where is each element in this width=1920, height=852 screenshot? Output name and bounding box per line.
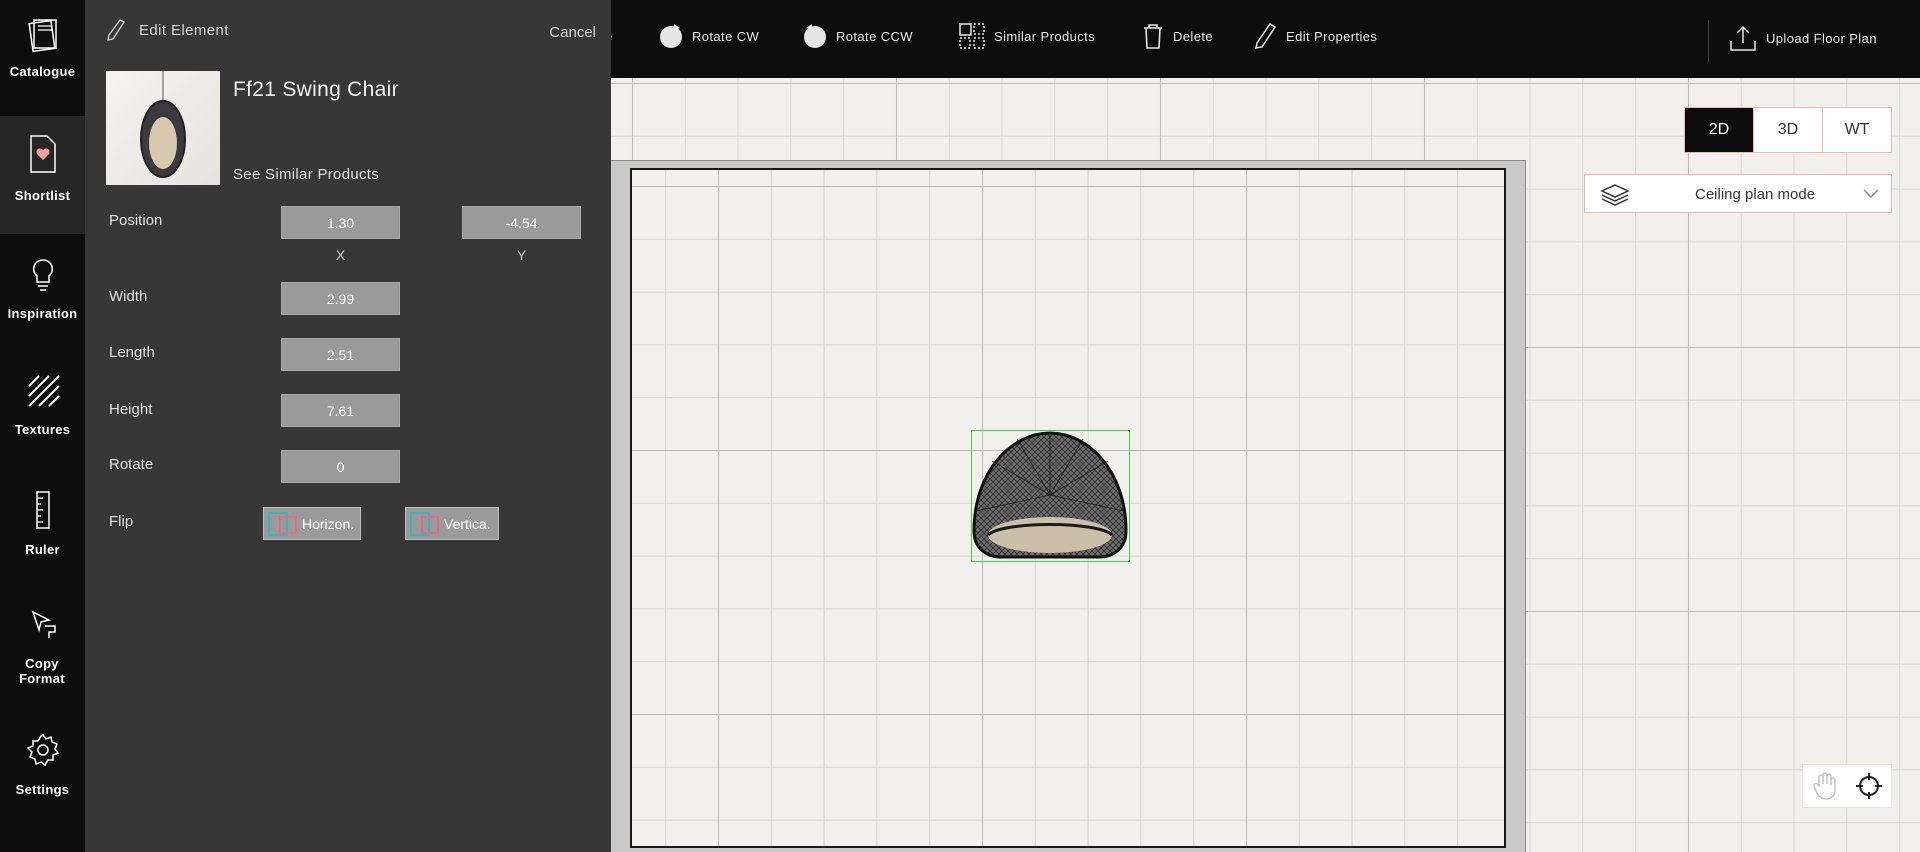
- nav-item-copy-format[interactable]: Copy Format: [0, 588, 85, 718]
- upload-icon: [1730, 25, 1756, 51]
- width-label: Width: [109, 288, 148, 305]
- panel-title: Edit Element: [139, 21, 229, 39]
- layers-icon: [1600, 184, 1630, 206]
- y-axis-label: Y: [516, 247, 527, 263]
- hand-pan-icon[interactable]: [1812, 772, 1838, 800]
- selected-swing-chair[interactable]: [971, 430, 1130, 562]
- nav-item-settings[interactable]: Settings: [0, 718, 85, 852]
- nav-item-inspiration[interactable]: Inspiration: [0, 234, 85, 352]
- rotate-ccw-button[interactable]: Rotate CCW: [802, 18, 913, 54]
- left-nav: Catalogue Shortlist Inspiration Textures…: [0, 0, 85, 852]
- see-similar-products-link[interactable]: See Similar Products: [233, 166, 379, 183]
- nav-item-shortlist[interactable]: Shortlist: [0, 116, 85, 234]
- nav-item-ruler[interactable]: Ruler: [0, 470, 85, 588]
- plan-mode-value: Ceiling plan mode: [1695, 186, 1816, 203]
- canvas-tools: [1802, 764, 1892, 808]
- recenter-crosshair-icon[interactable]: [1855, 772, 1883, 800]
- flip-vertical-button[interactable]: Vertica.: [405, 507, 499, 540]
- gear-icon: [26, 734, 59, 767]
- view-mode-toggle: 2D 3D WT: [1684, 107, 1892, 153]
- plan-mode-select[interactable]: Ceiling plan mode: [1584, 174, 1892, 213]
- length-input[interactable]: [281, 338, 400, 371]
- pencil-icon: [107, 19, 126, 41]
- rotate-ccw-icon: [804, 24, 826, 48]
- pencil-icon: [1255, 22, 1277, 49]
- lightbulb-icon: [32, 259, 53, 291]
- shortlist-heart-icon: [29, 135, 56, 173]
- flip-horizontal-icon: [268, 511, 297, 536]
- flip-label: Flip: [109, 513, 134, 530]
- toolbar-divider: [1708, 20, 1709, 62]
- width-input[interactable]: [281, 282, 400, 315]
- rotate-cw-button[interactable]: Rotate CW: [658, 18, 759, 54]
- length-label: Length: [109, 344, 155, 361]
- similar-products-icon: [959, 23, 985, 49]
- height-label: Height: [109, 401, 153, 418]
- position-label: Position: [109, 212, 163, 229]
- position-y-input[interactable]: [462, 206, 581, 239]
- view-2d-button[interactable]: 2D: [1685, 108, 1753, 152]
- rotate-label: Rotate: [109, 456, 154, 473]
- texture-icon: [27, 375, 60, 407]
- product-thumbnail: [106, 71, 220, 185]
- rotate-cw-icon: [660, 24, 682, 48]
- chevron-down-icon: [1863, 189, 1879, 199]
- upload-floor-plan-button[interactable]: Upload Floor Plan: [1728, 20, 1877, 56]
- position-x-input[interactable]: [281, 206, 400, 239]
- edit-properties-button[interactable]: Edit Properties: [1252, 18, 1377, 54]
- x-axis-label: X: [335, 247, 346, 263]
- catalogue-icon: [27, 19, 57, 53]
- product-name: Ff21 Swing Chair: [233, 78, 399, 101]
- copy-format-icon: [31, 610, 56, 638]
- trash-icon: [1144, 24, 1162, 49]
- flip-horizontal-button[interactable]: Horizon.: [263, 507, 361, 540]
- panel-header: Edit Element: [105, 18, 229, 42]
- edit-element-panel: Edit Element Cancel Ff21 Swing Chair See…: [85, 0, 611, 852]
- swing-chair-topview: [972, 431, 1128, 559]
- nav-item-catalogue[interactable]: Catalogue: [0, 0, 85, 116]
- swing-chair-image: [140, 71, 186, 178]
- view-wt-button[interactable]: WT: [1822, 108, 1891, 152]
- cancel-button[interactable]: Cancel: [549, 24, 596, 41]
- rotate-input[interactable]: [281, 450, 400, 483]
- flip-vertical-icon: [410, 511, 439, 536]
- nav-item-textures[interactable]: Textures: [0, 352, 85, 470]
- similar-products-button[interactable]: Similar Products: [958, 18, 1095, 54]
- delete-button[interactable]: Delete: [1141, 18, 1213, 54]
- ruler-icon: [35, 491, 50, 529]
- height-input[interactable]: [281, 394, 400, 427]
- view-3d-button[interactable]: 3D: [1753, 108, 1822, 152]
